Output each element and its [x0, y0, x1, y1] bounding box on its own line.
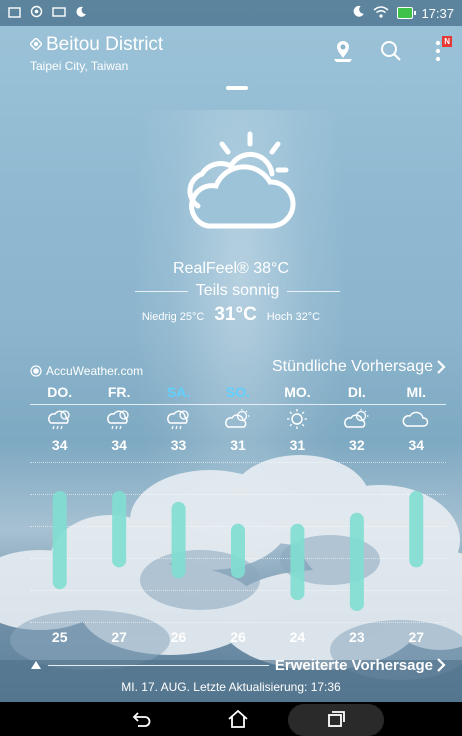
day-low-temp: 26	[230, 629, 246, 645]
rain-sun-icon	[166, 410, 189, 430]
day-name: DI.	[347, 384, 366, 400]
day-name: SO.	[225, 384, 251, 400]
search-button[interactable]	[378, 38, 404, 64]
chevron-right-icon	[437, 360, 446, 374]
temperature-range-bar	[349, 512, 364, 612]
forecast-day-0[interactable]: DO. 34	[30, 384, 90, 453]
forecast-day-6[interactable]: MI. 34	[386, 384, 446, 453]
day-low-temp: 27	[408, 629, 425, 645]
day-name: SA.	[166, 384, 191, 400]
battery-icon	[397, 7, 417, 19]
chevron-right-icon	[437, 658, 446, 672]
cloudy-icon	[402, 411, 429, 427]
navigation-bar	[0, 702, 462, 736]
rain-sun-icon	[47, 410, 70, 430]
status-left-icons	[8, 5, 87, 21]
wifi-icon	[373, 5, 389, 21]
cast-icon	[52, 6, 66, 21]
day-high-temp: 31	[230, 437, 246, 453]
partly-sunny-icon	[343, 409, 369, 428]
day-low-temp: 24	[289, 629, 306, 645]
hourly-forecast-link[interactable]: Stündliche Vorhersage	[272, 358, 446, 376]
status-bar: 17:37	[0, 0, 462, 26]
temperature-range-bar	[52, 490, 67, 590]
settings-icon	[30, 5, 43, 21]
back-icon	[132, 712, 151, 727]
rain-sun-icon	[107, 410, 129, 430]
temperature-range-bar	[409, 490, 424, 568]
day-name: DO.	[47, 384, 73, 400]
day-name: MO.	[284, 384, 311, 400]
forecast-day-2[interactable]: SA. 33	[149, 384, 209, 453]
day-low-temp: 26	[170, 629, 187, 645]
condition-row: Teils sonnig	[135, 282, 341, 300]
day-high-temp: 33	[170, 437, 187, 453]
home-icon	[228, 709, 248, 728]
accuweather-sun-icon	[30, 365, 42, 377]
provider-name: AccuWeather.com	[46, 364, 144, 378]
day-low-temp: 25	[51, 629, 68, 645]
overflow-menu-button[interactable]: N	[426, 36, 452, 64]
temperature-range-bar	[290, 523, 305, 601]
weather-screen: 17:37 Beitou District Taipei City, Taiwa…	[0, 0, 462, 736]
map-pin-icon	[334, 41, 352, 62]
temperature-row: Niedrig 25°C 31°C Hoch 32°C	[0, 304, 462, 326]
partly-sunny-icon	[225, 409, 250, 428]
last-updated: MI. 17. AUG. Letzte Aktualisierung: 17:3…	[121, 680, 341, 694]
search-icon	[381, 41, 401, 61]
divider	[287, 290, 341, 292]
temperature-range-bar	[112, 490, 127, 568]
extended-forecast-row: Erweiterte Vorhersage	[30, 654, 446, 676]
day-high-temp: 31	[289, 437, 306, 453]
current-temp: 31°C	[214, 304, 257, 325]
triangle-up-icon[interactable]	[30, 660, 42, 670]
status-time: 17:37	[421, 5, 454, 21]
high-temp: Hoch 32°C	[266, 311, 321, 323]
divider	[48, 664, 269, 666]
day-high-temp: 32	[349, 437, 365, 453]
back-button[interactable]	[128, 707, 156, 731]
home-button[interactable]	[224, 707, 252, 731]
low-temp: Niedrig 25°C	[141, 311, 205, 323]
recent-apps-button[interactable]	[322, 707, 350, 731]
status-right-icons: 17:37	[352, 5, 454, 21]
location-name: Beitou District	[46, 34, 164, 55]
daily-forecast[interactable]: DO. 34 25 FR. 34 27 SA. 33 26 SO. 31 26 MO. 31 24 DI. 32…	[30, 384, 446, 654]
recent-apps-icon	[328, 711, 345, 727]
header-actions: N	[330, 36, 452, 64]
locations-button[interactable]	[330, 38, 356, 64]
day-low-temp: 27	[111, 629, 127, 645]
moon-icon	[75, 6, 87, 21]
condition-text: Teils sonnig	[195, 282, 280, 299]
location-block[interactable]: Beitou District Taipei City, Taiwan	[28, 34, 164, 73]
extended-forecast-link[interactable]: Erweiterte Vorhersage	[275, 657, 446, 674]
location-subtitle: Taipei City, Taiwan	[30, 59, 129, 73]
day-low-temp: 23	[349, 629, 365, 645]
day-high-temp: 34	[51, 437, 68, 453]
forecast-day-3[interactable]: SO. 31	[208, 384, 268, 453]
temperature-range-bar	[171, 501, 186, 579]
day-high-temp: 34	[111, 437, 127, 453]
forecast-day-5[interactable]: DI. 32	[327, 384, 387, 453]
accuweather-logo[interactable]: AccuWeather.com	[30, 364, 143, 378]
partly-sunny-large-icon	[187, 131, 296, 229]
forecast-day-1[interactable]: FR. 34	[89, 384, 149, 453]
day-name: FR.	[107, 384, 131, 400]
temperature-range-bar	[231, 523, 245, 579]
location-pin-icon	[28, 34, 44, 56]
hourly-forecast-label: Stündliche Vorhersage	[272, 358, 433, 375]
day-high-temp: 34	[408, 437, 425, 453]
extended-forecast-label: Erweiterte Vorhersage	[274, 656, 433, 674]
screenshot-icon	[8, 6, 21, 21]
do-not-disturb-moon-icon	[352, 5, 365, 21]
day-name: MI.	[406, 384, 426, 400]
forecast-day-4[interactable]: MO. 31	[267, 384, 327, 453]
realfeel-text: RealFeel® 38°C	[172, 260, 289, 277]
notification-badge: N	[442, 36, 452, 47]
drag-handle[interactable]	[226, 86, 248, 90]
divider	[135, 290, 188, 292]
sunny-icon	[287, 409, 308, 429]
